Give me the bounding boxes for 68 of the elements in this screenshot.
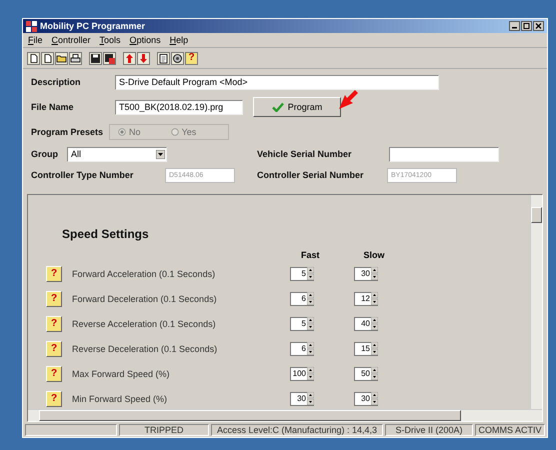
close-icon[interactable] [533, 21, 544, 31]
help-button[interactable]: ? [46, 290, 62, 306]
maximize-icon[interactable] [521, 21, 532, 31]
section-heading: Speed Settings [62, 227, 150, 241]
setting-label: Min Forward Speed (%) [72, 394, 168, 404]
spin-box[interactable]: 15 [354, 342, 378, 356]
file-name-label: File Name [31, 102, 75, 112]
setting-label: Max Forward Speed (%) [72, 368, 171, 378]
app-icon [26, 20, 37, 32]
column-header: Fast [301, 250, 320, 260]
description-field[interactable]: S-Drive Default Program <Mod> [115, 74, 439, 90]
spin-box[interactable]: 5 [290, 266, 314, 280]
spin-box[interactable]: 30 [354, 392, 378, 406]
status-text: COMMS ACTIV [475, 424, 545, 436]
printer-icon[interactable] [69, 52, 82, 64]
spin-box[interactable]: 6 [290, 292, 314, 306]
spin-box[interactable]: 30 [354, 266, 378, 280]
pointer-arrow-icon [337, 89, 359, 111]
down-arrow-icon[interactable] [137, 52, 150, 64]
menu-item[interactable]: Controller [52, 35, 91, 45]
spin-box[interactable]: 12 [354, 292, 378, 306]
spin-box[interactable]: 30 [290, 392, 314, 406]
spin-box[interactable]: 40 [354, 316, 378, 330]
dropdown-arrow-icon[interactable] [156, 150, 165, 158]
help-button[interactable]: ? [46, 390, 62, 406]
group-label: Group [31, 149, 59, 159]
program-presets-label: Program Presets [31, 127, 104, 137]
status-text: S-Drive II (200A) [385, 424, 473, 436]
menu-item[interactable]: Options [130, 35, 161, 45]
help-button[interactable]: ? [46, 266, 62, 282]
vehicle-serial-label: Vehicle Serial Number [257, 149, 353, 159]
help-button[interactable]: ? [46, 316, 62, 332]
setting-label: Reverse Acceleration (0.1 Seconds) [72, 318, 217, 328]
minimize-icon[interactable] [509, 21, 520, 31]
file-name-field[interactable]: T500_BK(2018.02.19).prg [115, 100, 243, 114]
description-label: Description [31, 77, 82, 87]
column-header: Slow [364, 250, 385, 260]
vertical-scrollbar[interactable] [530, 195, 542, 409]
document-icon[interactable] [41, 52, 54, 64]
vehicle-serial-field[interactable] [389, 146, 499, 162]
status-text: TRIPPED [119, 424, 209, 436]
help-button[interactable]: ? [46, 340, 62, 356]
menu-item[interactable]: Tools [100, 35, 121, 45]
folder-icon[interactable] [55, 52, 68, 64]
spin-box[interactable]: 5 [290, 316, 314, 330]
clipboard-icon[interactable] [157, 52, 170, 64]
radio-circle-icon [170, 128, 179, 136]
setting-label: Reverse Deceleration (0.1 Seconds) [72, 344, 218, 354]
horizontal-scrollbar[interactable] [28, 409, 542, 421]
up-arrow-icon[interactable] [123, 52, 136, 64]
radio-circle-icon [118, 128, 126, 136]
help-button[interactable]: ? [185, 52, 198, 64]
controller-type-label: Controller Type Number [31, 170, 134, 180]
program-button[interactable]: Program [253, 97, 341, 117]
setting-label: Forward Deceleration (0.1 Seconds) [72, 294, 218, 304]
menu-item[interactable]: Help [170, 35, 188, 45]
window-title: Mobility PC Programmer [40, 21, 146, 31]
spin-box[interactable]: 6 [290, 342, 314, 356]
spin-box[interactable]: 100 [290, 366, 314, 380]
spin-box[interactable]: 50 [354, 366, 378, 380]
setting-label: Forward Acceleration (0.1 Seconds) [72, 268, 216, 278]
help-button[interactable]: ? [46, 366, 62, 382]
group-dropdown[interactable]: All [67, 146, 167, 162]
menu-item[interactable]: File [28, 35, 43, 45]
controller-serial-label: Controller Serial Number [257, 170, 365, 180]
new-file-icon[interactable] [27, 52, 40, 64]
status-text: Access Level:C (Manufacturing) : 14,4,3 [211, 424, 383, 436]
check-icon [272, 102, 284, 112]
